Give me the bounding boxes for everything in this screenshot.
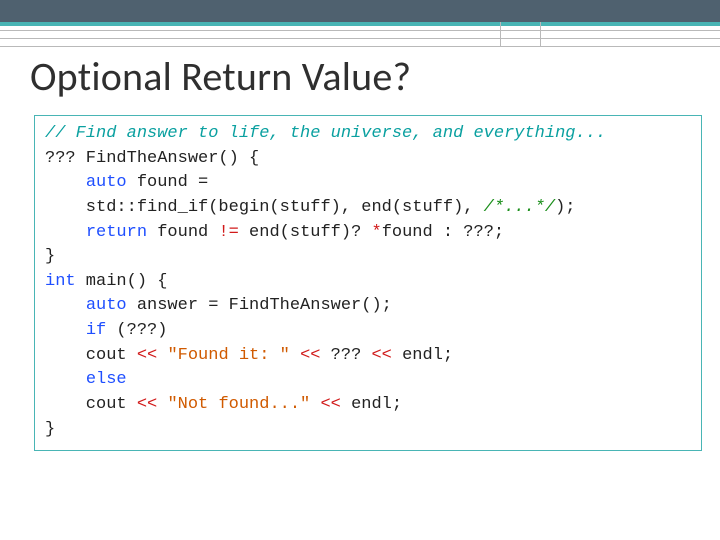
code-text: ??? FindTheAnswer() {	[45, 149, 259, 168]
code-text: (???)	[106, 321, 167, 340]
code-keyword: else	[86, 370, 127, 389]
code-text: endl;	[392, 346, 453, 365]
code-operator: <<	[320, 395, 340, 414]
code-keyword: return	[86, 223, 147, 242]
code-text	[310, 395, 320, 414]
code-indent	[45, 296, 86, 315]
code-comment: /*...*/	[484, 198, 555, 217]
code-keyword: auto	[86, 296, 127, 315]
decor-vline	[540, 22, 541, 46]
code-content: // Find answer to life, the universe, an…	[45, 122, 691, 442]
code-keyword: if	[86, 321, 106, 340]
code-text: found =	[127, 173, 209, 192]
code-indent	[45, 223, 86, 242]
code-indent	[45, 173, 86, 192]
code-text: );	[555, 198, 575, 217]
code-operator: *	[371, 223, 381, 242]
code-keyword: auto	[86, 173, 127, 192]
accent-rule	[0, 22, 720, 26]
code-text	[157, 346, 167, 365]
page-title: Optional Return Value?	[30, 52, 411, 101]
code-text: cout	[45, 395, 137, 414]
header-band	[0, 0, 720, 22]
code-comment: // Find answer to life, the universe, an…	[45, 124, 606, 143]
decor-line	[0, 30, 720, 31]
code-text: answer = FindTheAnswer();	[127, 296, 392, 315]
code-text: ???	[320, 346, 371, 365]
code-operator: <<	[300, 346, 320, 365]
code-text: }	[45, 247, 55, 266]
code-operator: <<	[137, 346, 157, 365]
code-indent	[45, 321, 86, 340]
code-text: end(stuff)?	[239, 223, 372, 242]
code-text: cout	[45, 346, 137, 365]
code-text: found	[147, 223, 218, 242]
decor-vline	[500, 22, 501, 46]
code-text: }	[45, 420, 55, 439]
code-operator: !=	[218, 223, 238, 242]
code-string: "Found it: "	[167, 346, 289, 365]
code-operator: <<	[137, 395, 157, 414]
code-block: // Find answer to life, the universe, an…	[34, 115, 702, 451]
code-text	[290, 346, 300, 365]
decor-line	[0, 38, 720, 39]
decor-line	[0, 46, 720, 47]
code-text: std::find_if(begin(stuff), end(stuff),	[45, 198, 484, 217]
code-keyword: int	[45, 272, 76, 291]
code-indent	[45, 370, 86, 389]
code-text	[157, 395, 167, 414]
code-operator: <<	[371, 346, 391, 365]
code-string: "Not found..."	[167, 395, 310, 414]
code-text: found : ???;	[382, 223, 504, 242]
code-text: main() {	[76, 272, 168, 291]
code-text: endl;	[341, 395, 402, 414]
